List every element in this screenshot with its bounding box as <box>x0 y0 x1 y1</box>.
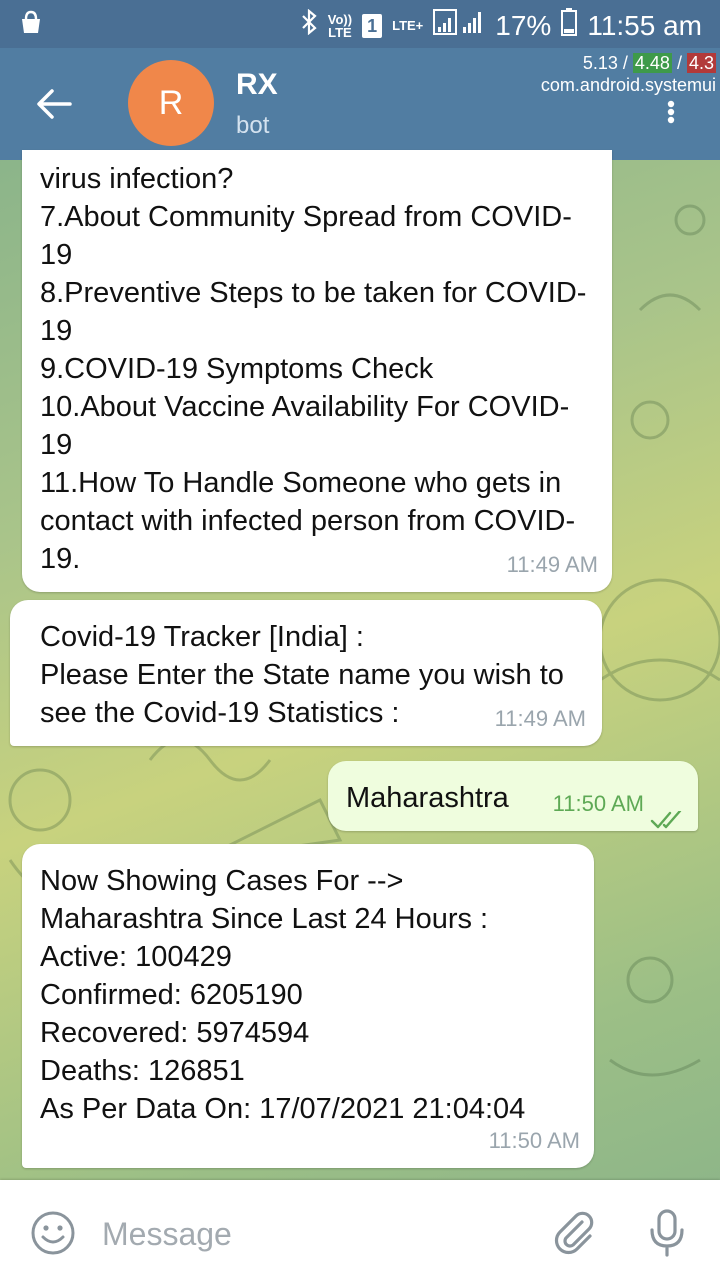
shopping-bag-icon <box>18 10 44 41</box>
status-bar: Vo)) LTE 1 LTE+ 17% 11:55 am <box>0 0 720 48</box>
volte-indicator: Vo)) LTE <box>328 13 352 39</box>
chat-title[interactable]: RX <box>236 68 278 102</box>
message-time: 11:50 AM <box>488 1128 580 1153</box>
back-arrow-icon[interactable] <box>34 84 74 124</box>
incoming-message[interactable]: virus infection? 7.About Community Sprea… <box>22 150 612 592</box>
emoji-icon[interactable] <box>30 1210 76 1256</box>
message-input[interactable] <box>100 1208 524 1260</box>
chat-subtitle: bot <box>236 112 270 139</box>
avatar[interactable]: R <box>128 60 214 146</box>
attach-paperclip-icon[interactable] <box>552 1210 598 1256</box>
lte-indicator: LTE+ <box>392 18 424 33</box>
outgoing-message[interactable]: Maharashtra 11:50 AM <box>328 761 698 831</box>
load-separator: / <box>671 53 687 73</box>
message-time: 11:49 AM <box>494 706 586 731</box>
battery-percent: 17% <box>495 9 552 41</box>
incoming-message[interactable]: Now Showing Cases For --> Maharashtra Si… <box>22 844 594 1168</box>
message-time: 11:49 AM <box>506 552 598 577</box>
overlay-process-name: com.android.systemui <box>540 75 716 95</box>
more-options-icon[interactable] <box>664 100 678 124</box>
bluetooth-icon <box>300 8 318 42</box>
load-average-2: 4.48 <box>632 53 672 73</box>
message-composer <box>0 1180 720 1280</box>
incoming-message[interactable]: Covid-19 Tracker [India] : Please Enter … <box>10 600 602 746</box>
volte-line2: LTE <box>328 24 352 40</box>
clock: 11:55 am <box>587 9 702 41</box>
message-text: Now Showing Cases For --> Maharashtra Si… <box>40 865 526 1125</box>
load-average-1: 5.13 <box>582 53 618 73</box>
battery-icon <box>561 8 578 43</box>
read-checkmarks-icon <box>650 801 684 829</box>
microphone-icon[interactable] <box>646 1208 688 1258</box>
debug-load-overlay: 5.13 / 4.48 / 4.3 com.android.systemui <box>541 52 716 96</box>
load-separator: / <box>617 53 633 73</box>
chat-header: R RX bot 5.13 / 4.48 / 4.3 com.android.s… <box>0 48 720 160</box>
load-average-3: 4.3 <box>686 53 716 73</box>
message-text: Maharashtra <box>346 782 509 814</box>
message-time: 11:50 AM <box>552 791 644 816</box>
message-text: virus infection? 7.About Community Sprea… <box>40 163 587 575</box>
sim-slot-badge: 1 <box>362 13 383 38</box>
volte-line1: Vo)) <box>327 11 353 27</box>
signal-strength-icon <box>433 9 485 42</box>
